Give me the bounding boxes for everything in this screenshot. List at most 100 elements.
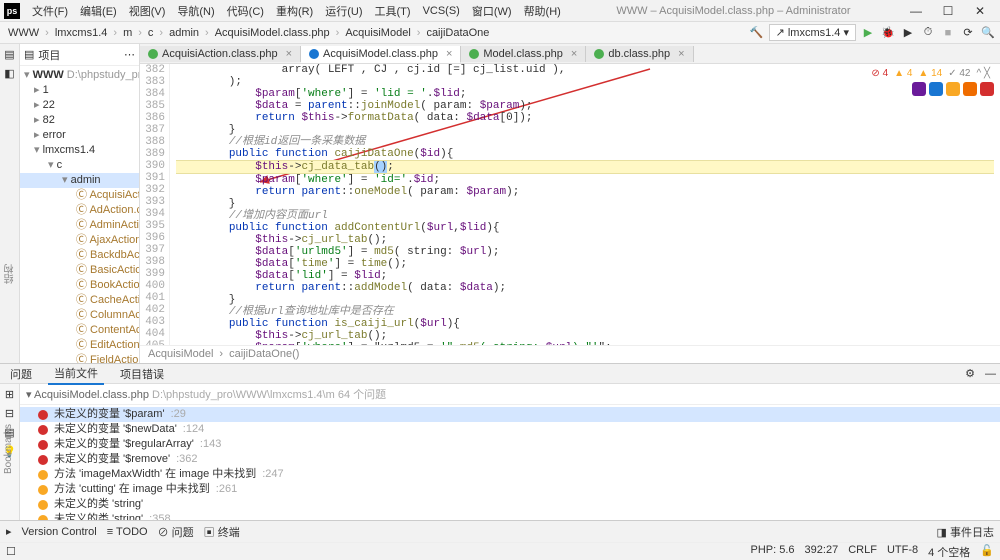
editor-tab[interactable]: db.class.php×: [586, 46, 693, 62]
tree-folder[interactable]: 22: [20, 98, 139, 113]
menu-navigate[interactable]: 导航(N): [171, 3, 220, 19]
search-icon[interactable]: 🔍: [980, 25, 996, 41]
project-tool-button[interactable]: ▤: [4, 48, 14, 61]
tree-file[interactable]: Ⓒ BasicAction.class.php: [20, 263, 139, 278]
tree-file[interactable]: Ⓒ AdAction.class.php: [20, 203, 139, 218]
editor-tab[interactable]: Model.class.php×: [461, 46, 586, 62]
inspections-summary[interactable]: ⊘ 4 ▲ 4 ▲ 14 ✓ 42 ^ ╳: [867, 66, 994, 81]
tree-file[interactable]: Ⓒ AcquisiAction.class.php: [20, 188, 139, 203]
tree-file[interactable]: Ⓒ ColumnAction.class.php: [20, 308, 139, 323]
palette-swatch[interactable]: [963, 82, 977, 96]
problems-list[interactable]: 未定义的变量 '$param':29未定义的变量 '$newData':124未…: [20, 405, 1000, 520]
editor-breadcrumb[interactable]: AcquisiModel › caijiDataOne(): [140, 345, 1000, 363]
sb-encoding[interactable]: UTF-8: [887, 544, 918, 560]
menu-tools[interactable]: 工具(T): [369, 3, 417, 19]
problem-item[interactable]: 未定义的变量 '$newData':124: [20, 422, 1000, 437]
editor-tab[interactable]: AcquisiModel.class.php×: [301, 46, 461, 63]
sb-eventlog[interactable]: ◨ 事件日志: [937, 524, 994, 540]
sb-terminal[interactable]: ▣ 终端: [204, 524, 240, 540]
sb-vcs[interactable]: Version Control: [22, 526, 97, 538]
tree-file[interactable]: Ⓒ BookAction.class.php: [20, 278, 139, 293]
problem-item[interactable]: 未定义的变量 '$param':29: [20, 407, 1000, 422]
problem-item[interactable]: 未定义的类 'string': [20, 497, 1000, 512]
run-config-dropdown[interactable]: ↗ lmxcms1.4 ▾: [769, 24, 856, 41]
bookmarks-tw-label[interactable]: Bookmarks: [1, 420, 16, 478]
expand-all-icon[interactable]: ⊞: [5, 388, 14, 401]
close-tab-icon[interactable]: ×: [446, 48, 452, 60]
problem-item[interactable]: 方法 'cutting' 在 image 中未找到:261: [20, 482, 1000, 497]
crumb[interactable]: m: [119, 27, 136, 39]
maximize-button[interactable]: ☐: [932, 4, 964, 18]
sb-notif-icon[interactable]: ☐: [6, 545, 16, 558]
tree-root[interactable]: WWW D:\phpstudy_pro\WWW: [20, 68, 139, 83]
crumb[interactable]: AcquisiModel: [341, 27, 414, 39]
editor-tab[interactable]: AcquisiAction.class.php×: [140, 46, 301, 62]
tree-folder-admin[interactable]: admin: [20, 173, 139, 188]
tree-file[interactable]: Ⓒ EditAction.class.php: [20, 338, 139, 353]
menu-edit[interactable]: 编辑(E): [74, 3, 123, 19]
ptab-current-file[interactable]: 当前文件: [48, 363, 104, 385]
crumb[interactable]: WWW: [4, 27, 43, 39]
menu-vcs[interactable]: VCS(S): [417, 5, 466, 17]
sb-problems[interactable]: ⊘ 问题: [158, 524, 194, 540]
menu-code[interactable]: 代码(C): [221, 3, 270, 19]
tree-folder[interactable]: 1: [20, 83, 139, 98]
close-tab-icon[interactable]: ×: [286, 48, 292, 60]
tree-file[interactable]: Ⓒ CacheAction.class.php: [20, 293, 139, 308]
sb-lock-icon[interactable]: 🔓: [980, 544, 994, 560]
minimize-button[interactable]: —: [900, 4, 932, 18]
close-tab-icon[interactable]: ×: [678, 48, 684, 60]
panel-gear-icon[interactable]: ⚙: [965, 367, 975, 380]
problems-file-header[interactable]: ▾ AcquisiModel.class.php D:\phpstudy_pro…: [20, 384, 1000, 405]
structure-tool-button[interactable]: ◧: [4, 67, 14, 80]
collapse-all-icon[interactable]: ⊟: [5, 407, 14, 420]
coverage-icon[interactable]: ▶: [900, 25, 916, 41]
tree-folder-lmx[interactable]: lmxcms1.4: [20, 143, 139, 158]
ptab-project-errors[interactable]: 项目错误: [114, 364, 170, 384]
crumb[interactable]: c: [144, 27, 158, 39]
debug-icon[interactable]: 🐞: [880, 25, 896, 41]
ptab-problems[interactable]: 问题: [4, 364, 38, 384]
tree-folder[interactable]: 82: [20, 113, 139, 128]
problem-item[interactable]: 未定义的变量 '$remove':362: [20, 452, 1000, 467]
sb-php[interactable]: PHP: 5.6: [751, 544, 795, 560]
tree-file[interactable]: Ⓒ ContentAction.class.php: [20, 323, 139, 338]
tree-file[interactable]: Ⓒ AdminAction.class.php: [20, 218, 139, 233]
menu-view[interactable]: 视图(V): [123, 3, 172, 19]
code-content[interactable]: array( LEFT , CJ , cj.id [=] cj_list.uid…: [170, 64, 1000, 345]
tree-file[interactable]: Ⓒ BackdbAction.class.php: [20, 248, 139, 263]
palette-swatch[interactable]: [946, 82, 960, 96]
project-tree[interactable]: WWW D:\phpstudy_pro\WWW 1 22 82 error lm…: [20, 66, 139, 363]
tree-folder-c[interactable]: c: [20, 158, 139, 173]
menu-window[interactable]: 窗口(W): [466, 3, 518, 19]
stop-icon[interactable]: ■: [940, 25, 956, 41]
palette-swatch[interactable]: [929, 82, 943, 96]
tree-file[interactable]: Ⓒ FieldAction.class.php: [20, 353, 139, 363]
collapse-icon[interactable]: ⋯: [124, 48, 135, 61]
sb-todo[interactable]: ≡ TODO: [107, 526, 148, 538]
crumb[interactable]: lmxcms1.4: [51, 27, 112, 39]
palette-swatch[interactable]: [912, 82, 926, 96]
problem-item[interactable]: 未定义的类 'string':358: [20, 512, 1000, 520]
close-button[interactable]: ✕: [964, 4, 996, 18]
crumb[interactable]: admin: [165, 27, 203, 39]
crumb[interactable]: AcquisiModel.class.php: [211, 27, 334, 39]
problem-item[interactable]: 方法 'imageMaxWidth' 在 image 中未找到:247: [20, 467, 1000, 482]
close-tab-icon[interactable]: ×: [571, 48, 577, 60]
update-icon[interactable]: ⟳: [960, 25, 976, 41]
panel-minimize-icon[interactable]: —: [985, 368, 996, 380]
build-icon[interactable]: 🔨: [749, 25, 765, 41]
tree-file[interactable]: Ⓒ AjaxAction.class.php: [20, 233, 139, 248]
menu-refactor[interactable]: 重构(R): [270, 3, 319, 19]
palette-swatch[interactable]: [980, 82, 994, 96]
menu-file[interactable]: 文件(F): [26, 3, 74, 19]
problem-item[interactable]: 未定义的变量 '$regularArray':143: [20, 437, 1000, 452]
structure-tw-label[interactable]: 结构: [1, 260, 20, 288]
profile-icon[interactable]: ⏱: [920, 25, 936, 41]
sb-eol[interactable]: CRLF: [848, 544, 877, 560]
menu-help[interactable]: 帮助(H): [518, 3, 567, 19]
run-icon[interactable]: ▶: [860, 25, 876, 41]
crumb[interactable]: caijiDataOne: [422, 27, 493, 39]
code-area[interactable]: 3823833843853863873883893903913923933943…: [140, 64, 1000, 345]
tree-folder[interactable]: error: [20, 128, 139, 143]
